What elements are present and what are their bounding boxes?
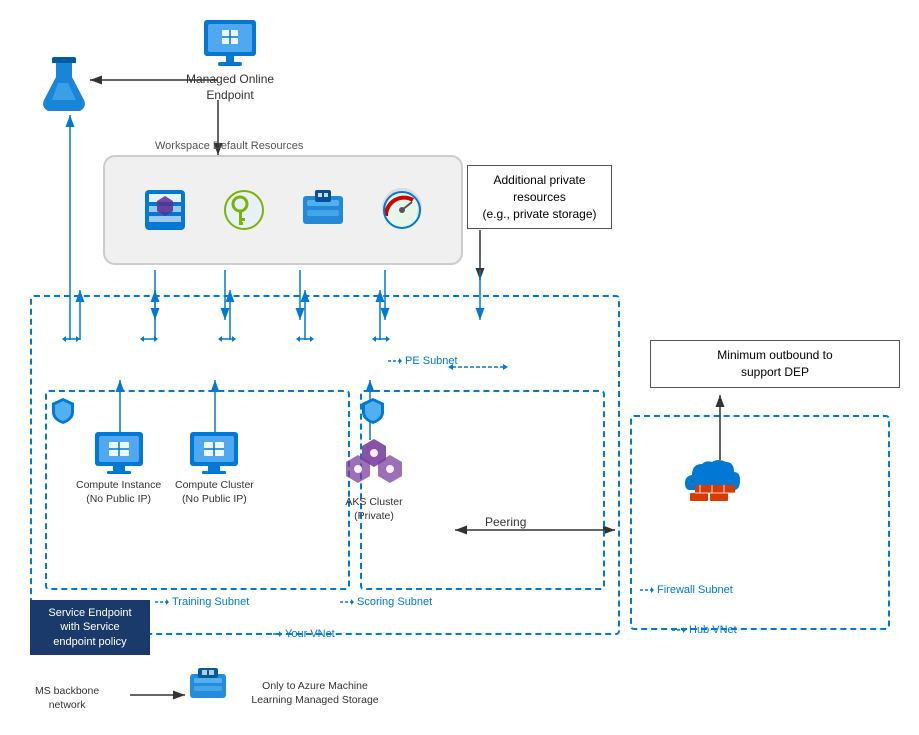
additional-private-label: Additional private resources (e.g., priv… — [482, 173, 596, 221]
application-insights-icon — [380, 188, 424, 232]
ms-backbone-label: MS backbone network — [35, 685, 99, 712]
key-vault-icon — [222, 188, 266, 232]
compute-cluster-label: Compute Cluster (No Public IP) — [175, 479, 254, 506]
shield-scoring-icon — [360, 396, 386, 429]
endpoint-label: Managed Online Endpoint — [186, 72, 274, 103]
pe-subnet-connector — [448, 358, 508, 376]
training-subnet-label: Training Subnet — [155, 596, 249, 608]
service-endpoint-box: Service Endpoint with Service endpoint p… — [30, 600, 150, 655]
scoring-subnet-label: Scoring Subnet — [340, 596, 432, 608]
diagram-container: Managed Online Endpoint Workspace Defaul… — [0, 0, 919, 735]
azure-ml-icon — [38, 55, 90, 113]
storage-table-icon — [143, 188, 187, 232]
connector-icon-5 — [372, 330, 390, 348]
peering-label: Peering — [485, 515, 526, 529]
compute-cluster-icon: Compute Cluster (No Public IP) — [175, 430, 254, 506]
aks-cluster-icon: AKS Cluster (Private) — [340, 435, 408, 523]
connector-icon-1 — [62, 330, 80, 348]
shield-training-icon — [50, 396, 76, 429]
your-vnet-label: Your VNet — [268, 628, 335, 640]
aks-cluster-label: AKS Cluster (Private) — [345, 496, 402, 523]
additional-private-resources-box: Additional private resources (e.g., priv… — [467, 165, 612, 229]
managed-storage-icon — [188, 668, 228, 704]
minimum-outbound-box: Minimum outbound to support DEP — [650, 340, 900, 388]
minimum-outbound-label: Minimum outbound to support DEP — [717, 348, 832, 379]
connector-icon-4 — [296, 330, 314, 348]
workspace-default-label: Workspace Default Resources — [155, 140, 303, 152]
connector-icon-2 — [140, 330, 158, 348]
hub-vnet-box — [630, 415, 890, 630]
workspace-box — [103, 155, 463, 265]
hub-vnet-label: Hub VNet — [672, 624, 737, 636]
service-endpoint-label: Service Endpoint with Service endpoint p… — [48, 607, 131, 648]
managed-online-endpoint: Managed Online Endpoint — [186, 18, 274, 103]
compute-instance-icon: Compute Instance (No Public IP) — [76, 430, 161, 506]
compute-instance-label: Compute Instance (No Public IP) — [76, 479, 161, 506]
container-registry-icon — [301, 188, 345, 232]
connector-icon-3 — [218, 330, 236, 348]
firewall-subnet-label: Firewall Subnet — [640, 584, 733, 596]
managed-storage-label: Only to Azure Machine Learning Managed S… — [230, 680, 400, 707]
firewall-icon — [680, 450, 750, 510]
